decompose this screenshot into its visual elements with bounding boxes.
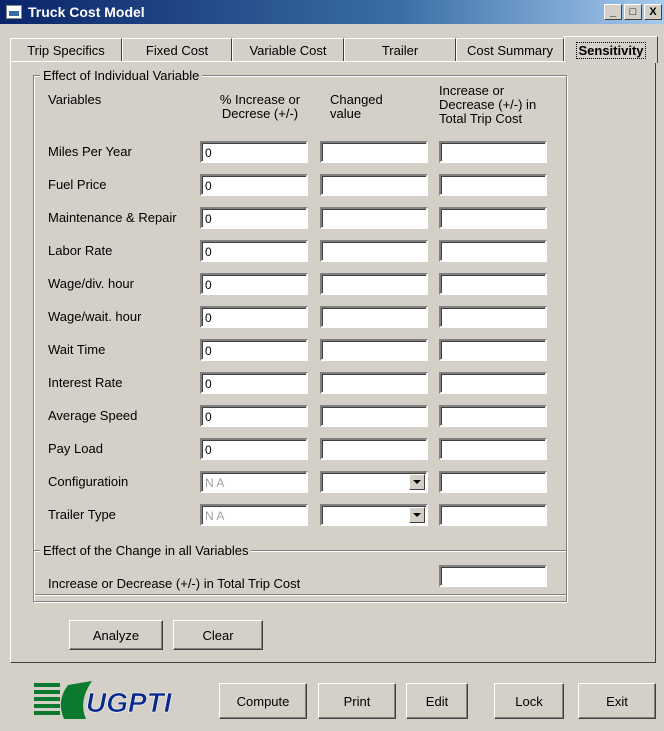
edit-button[interactable]: Edit xyxy=(406,683,468,719)
total-cost-change-field[interactable] xyxy=(439,273,547,295)
variable-label: Labor Rate xyxy=(48,243,113,258)
ugpti-logo-text: UGPTI xyxy=(86,687,173,718)
header-pct-change: % Increase or Decrese (+/-) xyxy=(219,92,301,121)
total-cost-change-field[interactable] xyxy=(439,405,547,427)
pct-change-field[interactable]: 0 xyxy=(200,339,308,361)
tab-cost-summary[interactable]: Cost Summary xyxy=(456,38,564,62)
total-trip-cost-change-field[interactable] xyxy=(439,565,547,587)
pct-change-field[interactable]: 0 xyxy=(200,273,308,295)
tab-strip: Trip Specifics Fixed Cost Variable Cost … xyxy=(10,36,660,63)
changed-value-field[interactable] xyxy=(320,174,428,196)
changed-value-field[interactable] xyxy=(320,339,428,361)
ugpti-logo: UGPTI xyxy=(34,681,173,719)
pct-change-field[interactable]: 0 xyxy=(200,240,308,262)
pct-change-field[interactable]: 0 xyxy=(200,174,308,196)
all-variables-group-legend: Effect of the Change in all Variables xyxy=(40,543,252,558)
total-cost-change-field[interactable] xyxy=(439,174,547,196)
clear-button[interactable]: Clear xyxy=(173,620,263,650)
changed-value-field[interactable] xyxy=(320,372,428,394)
trailer-type-select[interactable] xyxy=(320,504,428,526)
tab-trailer[interactable]: Trailer xyxy=(344,38,456,62)
maximize-button[interactable]: □ xyxy=(624,4,642,20)
header-variables: Variables xyxy=(48,92,102,107)
compute-button[interactable]: Compute xyxy=(219,683,307,719)
minimize-button[interactable]: _ xyxy=(604,4,622,20)
individual-group-legend: Effect of Individual Variable xyxy=(40,68,203,83)
lock-button[interactable]: Lock xyxy=(494,683,564,719)
variable-label: Fuel Price xyxy=(48,177,107,192)
tab-variable-cost[interactable]: Variable Cost xyxy=(232,38,344,62)
total-cost-change-field[interactable] xyxy=(439,240,547,262)
app-window: Truck Cost Model _ □ X Trip Specifics Fi… xyxy=(0,0,664,731)
exit-button[interactable]: Exit xyxy=(578,683,656,719)
total-cost-change-field[interactable] xyxy=(439,339,547,361)
all-variables-group: Effect of the Change in all Variables In… xyxy=(33,543,567,602)
total-cost-change-field[interactable] xyxy=(439,207,547,229)
close-button[interactable]: X xyxy=(644,4,662,20)
individual-variable-group: Effect of Individual Variable Variables … xyxy=(33,68,567,595)
variable-label: Average Speed xyxy=(48,408,138,423)
variable-label: Maintenance & Repair xyxy=(48,210,177,225)
pct-change-field[interactable]: 0 xyxy=(200,207,308,229)
changed-value-field[interactable] xyxy=(320,405,428,427)
changed-value-field[interactable] xyxy=(320,141,428,163)
variable-label: Wage/div. hour xyxy=(48,276,134,291)
pct-change-field: N A xyxy=(200,504,308,526)
variable-label: Trailer Type xyxy=(48,507,116,522)
window-title: Truck Cost Model xyxy=(28,4,145,20)
tab-trip-specifics[interactable]: Trip Specifics xyxy=(10,38,122,62)
variable-label: Wait Time xyxy=(48,342,106,357)
pct-change-field: N A xyxy=(200,471,308,493)
total-cost-change-field[interactable] xyxy=(439,471,547,493)
changed-value-field[interactable] xyxy=(320,273,428,295)
all-variables-label: Increase or Decrease (+/-) in Total Trip… xyxy=(48,576,301,591)
variable-label: Configuratioin xyxy=(48,474,129,489)
sensitivity-panel: Effect of Individual Variable Variables … xyxy=(10,61,656,663)
variable-label: Wage/wait. hour xyxy=(48,309,142,324)
changed-value-field[interactable] xyxy=(320,240,428,262)
pct-change-field[interactable]: 0 xyxy=(200,372,308,394)
total-cost-change-field[interactable] xyxy=(439,438,547,460)
header-changed-value: Changed value xyxy=(330,92,383,121)
pct-change-field[interactable]: 0 xyxy=(200,141,308,163)
pct-change-field[interactable]: 0 xyxy=(200,438,308,460)
analyze-button[interactable]: Analyze xyxy=(69,620,163,650)
total-cost-change-field[interactable] xyxy=(439,372,547,394)
changed-value-field[interactable] xyxy=(320,306,428,328)
tab-fixed-cost[interactable]: Fixed Cost xyxy=(122,38,232,62)
variable-label: Pay Load xyxy=(48,441,103,456)
chevron-down-icon[interactable] xyxy=(409,474,425,490)
header-total-trip-cost: Increase or Decrease (+/-) in Total Trip… xyxy=(439,83,537,126)
app-icon xyxy=(6,5,22,19)
bottom-toolbar: UGPTI Compute Print Edit Lock Exit xyxy=(0,667,664,731)
total-cost-change-field[interactable] xyxy=(439,141,547,163)
total-cost-change-field[interactable] xyxy=(439,504,547,526)
total-cost-change-field[interactable] xyxy=(439,306,547,328)
pct-change-field[interactable]: 0 xyxy=(200,306,308,328)
title-bar[interactable]: Truck Cost Model _ □ X xyxy=(0,0,664,24)
variable-label: Miles Per Year xyxy=(48,144,132,159)
chevron-down-icon[interactable] xyxy=(409,507,425,523)
changed-value-field[interactable] xyxy=(320,207,428,229)
pct-change-field[interactable]: 0 xyxy=(200,405,308,427)
configuration-select[interactable] xyxy=(320,471,428,493)
changed-value-field[interactable] xyxy=(320,438,428,460)
print-button[interactable]: Print xyxy=(318,683,396,719)
variable-label: Interest Rate xyxy=(48,375,123,390)
tab-sensitivity[interactable]: Sensitivity xyxy=(564,36,658,63)
